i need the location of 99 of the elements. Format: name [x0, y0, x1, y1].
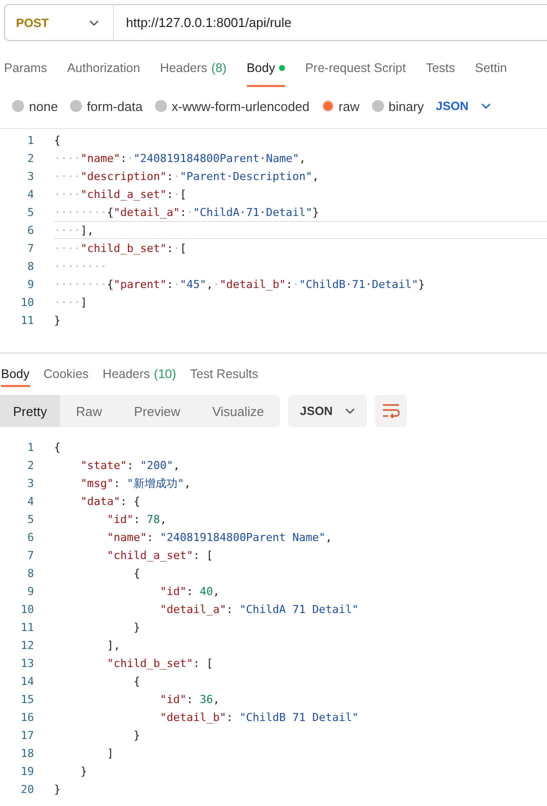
- code-line: }: [132, 728, 142, 744]
- view-mode-button[interactable]: Visualize: [196, 395, 280, 427]
- response-tab[interactable]: Headers (10): [102, 362, 176, 387]
- code-line: "data": {: [79, 494, 142, 510]
- code-line: "msg": "新增成功",: [79, 476, 192, 492]
- response-tab[interactable]: Test Results: [190, 362, 258, 387]
- code-line: ····],: [54, 221, 547, 239]
- chevron-down-icon: [480, 103, 491, 109]
- line-number: 8: [26, 566, 34, 582]
- code-line: ····"description":·"Parent·Description",: [54, 168, 320, 184]
- chevron-down-icon: [344, 408, 355, 414]
- view-mode-button[interactable]: Raw: [60, 395, 118, 427]
- line-number: 2: [26, 150, 34, 166]
- radio-icon[interactable]: [154, 100, 167, 112]
- radio-label: binary: [388, 98, 424, 114]
- line-number: 4: [26, 494, 34, 510]
- wrap-lines-icon: [382, 404, 400, 418]
- code-line: }: [54, 312, 62, 328]
- code-line: "name": "240819184800Parent Name",: [106, 530, 334, 546]
- request-tab[interactable]: Settin: [475, 51, 507, 87]
- line-number: 9: [26, 276, 34, 292]
- radio-icon[interactable]: [322, 101, 332, 111]
- line-number: 1: [26, 440, 34, 456]
- code-line: "id": 40,: [158, 584, 221, 600]
- response-tab[interactable]: Body: [1, 362, 30, 387]
- line-number: 17: [20, 728, 34, 744]
- line-number: 2: [26, 458, 34, 474]
- radio-label: form-data: [86, 98, 143, 114]
- line-number: 12: [20, 638, 34, 654]
- line-number: 13: [20, 656, 34, 672]
- radio-label: none: [29, 98, 58, 114]
- request-tab[interactable]: Headers (8): [160, 51, 227, 87]
- line-number: 15: [20, 692, 34, 708]
- line-number: 7: [26, 240, 34, 256]
- view-mode-button[interactable]: Pretty: [0, 395, 60, 427]
- request-tab[interactable]: Authorization: [67, 51, 140, 87]
- code-line: {: [54, 132, 62, 148]
- line-number: 16: [20, 710, 34, 726]
- code-line: }: [132, 620, 142, 636]
- radio-icon[interactable]: [70, 100, 82, 112]
- line-number: 14: [20, 674, 34, 690]
- code-line: {: [54, 440, 62, 456]
- code-line: "id": 36,: [158, 692, 221, 708]
- line-number: 3: [26, 168, 34, 184]
- line-number: 11: [20, 312, 34, 328]
- radio-label: raw: [338, 98, 360, 114]
- code-line: "detail_b": "ChildB 71 Detail": [158, 710, 360, 726]
- code-line: {: [132, 674, 142, 690]
- response-tab[interactable]: Cookies: [44, 362, 89, 387]
- line-number: 1: [26, 132, 34, 148]
- code-line: ········: [54, 258, 108, 274]
- line-number: 20: [20, 782, 34, 798]
- line-number: 5: [26, 512, 34, 528]
- code-line: ········{"parent":·"45",·"detail_b":·"ChildB·71·Detail"}: [54, 276, 426, 293]
- format-dropdown[interactable]: JSON: [288, 395, 367, 427]
- code-line: ····"child_a_set":·[: [54, 186, 188, 203]
- line-number: 6: [26, 530, 34, 546]
- code-line: ],: [106, 638, 122, 654]
- chevron-down-icon: [89, 20, 99, 26]
- body-type-radio[interactable]: binary: [372, 98, 424, 114]
- code-line: ········{"detail_a":·"ChildA·71·Detail"}: [54, 204, 320, 221]
- code-line: ····"child_b_set":·[: [54, 240, 188, 257]
- line-number: 10: [20, 294, 34, 310]
- line-number: 11: [20, 620, 34, 636]
- line-number: 3: [26, 476, 34, 492]
- format-dropdown[interactable]: JSON: [436, 99, 491, 113]
- code-line: "state": "200",: [79, 458, 181, 474]
- line-number: 9: [26, 584, 34, 600]
- request-tab[interactable]: Params: [4, 51, 48, 87]
- line-number: 7: [26, 548, 34, 564]
- body-type-radio[interactable]: none: [12, 98, 58, 114]
- code-line: "child_b_set": [: [106, 656, 214, 672]
- body-type-radio[interactable]: form-data: [70, 98, 143, 114]
- radio-icon[interactable]: [372, 100, 384, 112]
- code-line: ]: [106, 746, 115, 762]
- radio-icon[interactable]: [12, 100, 24, 112]
- method-dropdown[interactable]: POST: [4, 4, 114, 41]
- code-line: ····]: [54, 294, 88, 310]
- code-line: }: [54, 782, 62, 798]
- code-line: {: [132, 566, 142, 582]
- line-number: 19: [20, 764, 34, 780]
- line-number: 4: [26, 186, 34, 202]
- line-number: 18: [20, 746, 34, 762]
- code-line: "detail_a": "ChildA 71 Detail": [158, 602, 360, 618]
- line-number: 6: [26, 222, 34, 238]
- request-tab[interactable]: Tests: [426, 51, 455, 87]
- code-line: "child_a_set": [: [106, 548, 214, 564]
- wrap-lines-button[interactable]: [374, 395, 407, 427]
- request-tab[interactable]: Body: [246, 51, 286, 87]
- code-line: "id": 78,: [106, 512, 168, 528]
- code-line: ····"name":·"240819184800Parent·Name",: [54, 150, 307, 166]
- body-type-radio[interactable]: raw: [322, 98, 360, 114]
- line-number: 10: [20, 602, 34, 618]
- code-line: }: [79, 764, 88, 780]
- line-number: 8: [26, 258, 34, 274]
- view-mode-button[interactable]: Preview: [118, 395, 196, 427]
- url-field[interactable]: http://127.0.0.1:8001/api/rule: [114, 4, 547, 41]
- line-number: 5: [26, 204, 34, 220]
- request-tab[interactable]: Pre-request Script: [305, 51, 406, 87]
